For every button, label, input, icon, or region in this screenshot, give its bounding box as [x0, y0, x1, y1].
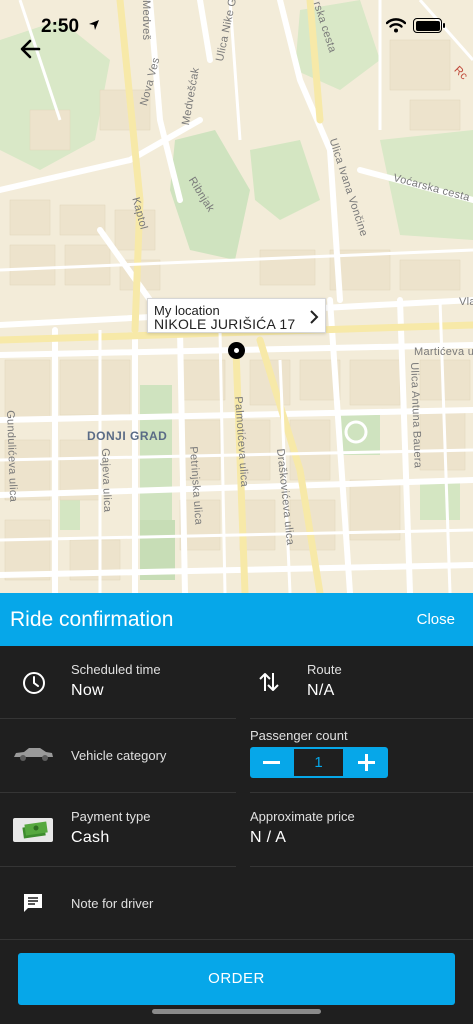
chevron-right-icon: [310, 310, 319, 324]
message-icon: [24, 894, 42, 912]
street-label: Gajeva ulica: [99, 448, 114, 513]
cash-icon: [13, 818, 53, 842]
car-icon: [14, 748, 53, 761]
passenger-count-input[interactable]: 1: [294, 749, 343, 776]
scheduled-time-cell[interactable]: Scheduled time Now: [0, 646, 236, 718]
passenger-count-label: Passenger count: [250, 728, 348, 743]
status-bar: 2:50: [0, 0, 473, 48]
location-marker: [228, 342, 245, 359]
approximate-price-label: Approximate price: [250, 809, 355, 824]
panel-title: Ride confirmation: [10, 608, 174, 631]
vehicle-category-label: Vehicle category: [71, 748, 167, 763]
note-for-driver-label: Note for driver: [71, 896, 154, 911]
scheduled-time-value: Now: [71, 682, 104, 699]
approximate-price-cell: Approximate price N / A: [236, 793, 473, 866]
map-tiles: [0, 0, 473, 593]
map-view[interactable]: Medveš Nova Ves Medvešćak Ulica Nike G r…: [0, 0, 473, 593]
close-button[interactable]: Close: [417, 611, 455, 628]
order-button[interactable]: ORDER: [18, 953, 455, 1005]
location-arrow-icon: [89, 20, 99, 30]
ride-confirmation-header: Ride confirmation Close: [0, 593, 473, 646]
note-for-driver-cell[interactable]: Note for driver: [0, 867, 473, 939]
route-swap-icon: [259, 673, 279, 691]
district-label: DONJI GRAD: [87, 429, 168, 443]
my-location-callout[interactable]: My location NIKOLE JURIŠIĆA 17: [147, 298, 326, 333]
clock-icon: [23, 672, 45, 694]
vehicle-category-cell[interactable]: Vehicle category: [0, 719, 236, 792]
scheduled-time-label: Scheduled time: [71, 662, 161, 677]
ride-confirmation-body: Scheduled time Now Route N/A Vehicle cat…: [0, 646, 473, 1024]
route-label: Route: [307, 662, 342, 677]
payment-type-value: Cash: [71, 829, 110, 846]
callout-address: NIKOLE JURIŠIĆA 17: [154, 316, 296, 332]
payment-type-cell[interactable]: Payment type Cash: [0, 793, 236, 866]
wifi-icon: [386, 18, 406, 33]
approximate-price-value: N / A: [250, 829, 287, 846]
street-label: Vla: [459, 296, 473, 308]
route-cell[interactable]: Route N/A: [236, 646, 473, 718]
battery-icon: [413, 18, 445, 33]
increment-button[interactable]: [345, 747, 388, 778]
home-indicator: [152, 1009, 321, 1014]
passenger-count-stepper: 1: [250, 747, 388, 778]
divider: [0, 939, 473, 940]
decrement-button[interactable]: [250, 747, 293, 778]
payment-type-label: Payment type: [71, 809, 151, 824]
street-label: Martićeva ulic: [414, 346, 473, 358]
route-value: N/A: [307, 682, 335, 699]
back-arrow-icon[interactable]: [14, 34, 48, 64]
